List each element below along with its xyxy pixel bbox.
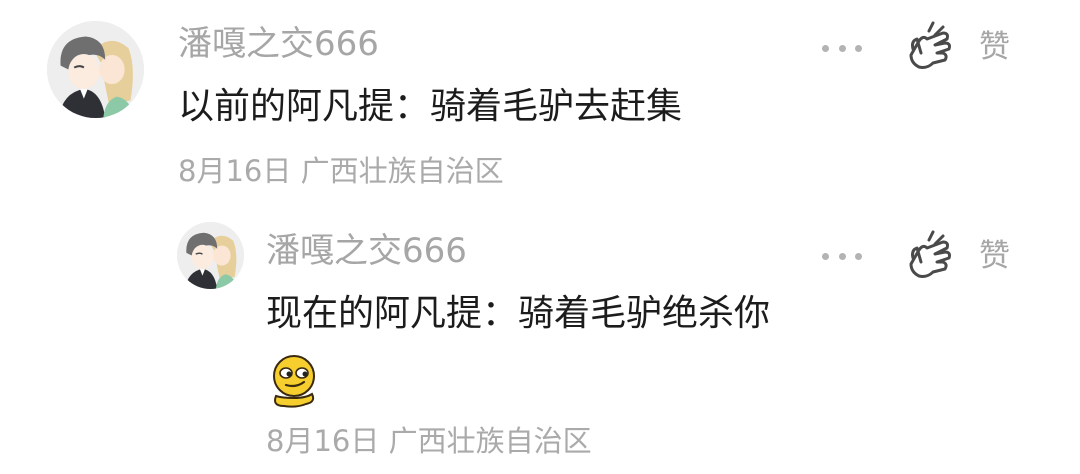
sly-smirk-emoji <box>266 352 322 408</box>
comment-meta: 8月16日 广西壮族自治区 <box>178 154 504 188</box>
more-dots-icon[interactable] <box>822 250 862 262</box>
reply-text: 现在的阿凡提：骑着毛驴绝杀你 <box>266 293 771 334</box>
like-button[interactable]: 赞 <box>903 226 1010 286</box>
reply-location: 广西壮族自治区 <box>388 424 592 458</box>
comment-location: 广西壮族自治区 <box>300 154 504 188</box>
reply-date: 8月16日 <box>266 424 380 458</box>
like-label: 赞 <box>979 238 1010 274</box>
comment-date: 8月16日 <box>178 154 292 188</box>
avatar[interactable] <box>177 222 244 289</box>
avatar-image <box>177 222 244 289</box>
reply-meta: 8月16日 广西壮族自治区 <box>266 424 592 458</box>
like-button[interactable]: 赞 <box>903 17 1010 77</box>
like-label: 赞 <box>979 29 1010 65</box>
like-hand-icon <box>909 21 951 69</box>
comment-text: 以前的阿凡提：骑着毛驴去赶集 <box>178 86 683 127</box>
username[interactable]: 潘嘎之交666 <box>266 231 467 271</box>
like-hand-icon <box>909 230 951 278</box>
more-dots-icon[interactable] <box>822 42 862 54</box>
avatar-image <box>47 21 144 118</box>
avatar[interactable] <box>47 21 144 118</box>
username[interactable]: 潘嘎之交666 <box>178 24 379 64</box>
